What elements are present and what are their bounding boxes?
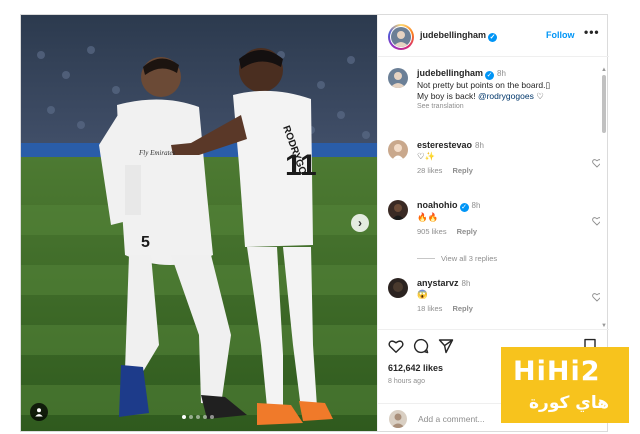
carousel-dot xyxy=(196,415,200,419)
comment-icon[interactable] xyxy=(413,338,429,354)
add-comment-input[interactable]: Add a comment... xyxy=(418,414,485,424)
comment-likes[interactable]: 905 likes xyxy=(417,227,447,236)
post-timestamp: 8 hours ago xyxy=(388,378,425,385)
commenter-avatar[interactable] xyxy=(388,140,408,160)
verified-badge-icon: ✓ xyxy=(459,203,469,212)
reply-button[interactable]: Reply xyxy=(452,304,472,313)
comment-text: 😱 xyxy=(417,289,428,299)
commenter-username[interactable]: noahohio xyxy=(417,200,458,210)
reply-button[interactable]: Reply xyxy=(457,227,477,236)
comment-likes[interactable]: 18 likes xyxy=(417,304,442,313)
comment-like-heart-icon[interactable] xyxy=(592,292,600,302)
post-header: judebellingham ✓ Follow ••• xyxy=(378,15,609,57)
see-translation-link[interactable]: See translation xyxy=(417,103,587,110)
watermark-text-arabic: هاي كورة xyxy=(529,393,610,413)
carousel-next-button[interactable]: › xyxy=(351,214,369,232)
comments-scrollbar[interactable]: ▲ ▼ xyxy=(600,67,607,333)
carousel-dot xyxy=(189,415,193,419)
sponsor-text: Fly Emirates xyxy=(138,149,176,157)
comment-like-heart-icon[interactable] xyxy=(592,158,600,168)
commenter-avatar[interactable] xyxy=(388,278,408,298)
verified-badge-icon: ✓ xyxy=(485,71,495,80)
carousel-dot xyxy=(182,415,186,419)
caption-line-2: My boy is back! xyxy=(417,91,478,101)
comment-time: 8h xyxy=(475,141,484,150)
caption-line-1: Not pretty but points on the board.▯ xyxy=(417,80,551,90)
author-avatar[interactable] xyxy=(388,24,414,50)
author-username-text: judebellingham xyxy=(420,30,487,40)
watermark-text-latin: HiHi2 xyxy=(513,356,601,387)
comment-text: 🔥🔥 xyxy=(417,212,439,222)
carousel-indicator xyxy=(182,415,214,419)
caption-time: 8h xyxy=(497,69,506,78)
user-tag-icon xyxy=(35,408,43,417)
celebration-photo: 5 11 RODRYGO Fly Emirates xyxy=(21,15,377,431)
caption-username[interactable]: judebellingham xyxy=(417,68,483,78)
more-options-icon[interactable]: ••• xyxy=(584,25,600,39)
view-all-replies-link[interactable]: View all 3 replies xyxy=(417,254,497,263)
likes-count[interactable]: 612,642 likes xyxy=(388,363,443,373)
tagged-users-button[interactable] xyxy=(30,403,48,421)
commenter-username[interactable]: anystarvz xyxy=(417,278,459,288)
comment-like-heart-icon[interactable] xyxy=(592,216,600,226)
verified-badge-icon: ✓ xyxy=(488,33,498,42)
post-photo[interactable]: 5 11 RODRYGO Fly Emirates › xyxy=(21,15,377,431)
follow-button[interactable]: Follow xyxy=(546,30,575,40)
comment-time: 8h xyxy=(461,279,471,288)
jersey-number-left: 5 xyxy=(141,234,150,251)
hihi2-watermark-logo: HiHi2 هاي كورة xyxy=(501,347,629,423)
heart-outline-icon: ♡ xyxy=(536,91,544,101)
chevron-right-icon: › xyxy=(358,216,362,230)
commenter-avatar[interactable] xyxy=(388,200,408,220)
carousel-dot xyxy=(203,415,207,419)
reply-button[interactable]: Reply xyxy=(452,166,472,175)
scrollbar-thumb[interactable] xyxy=(602,75,606,133)
comments-list[interactable]: judebellingham ✓ 8h Not pretty but points … xyxy=(378,58,600,324)
viewer-avatar xyxy=(389,410,407,428)
commenter-username[interactable]: esterestevao xyxy=(417,140,472,150)
scroll-up-icon[interactable]: ▲ xyxy=(601,67,607,73)
caption-avatar[interactable] xyxy=(388,68,408,88)
comment-likes[interactable]: 28 likes xyxy=(417,166,442,175)
mention-link[interactable]: @rodrygogoes xyxy=(478,91,534,101)
heart-icon[interactable] xyxy=(388,338,404,354)
share-icon[interactable] xyxy=(438,338,454,354)
comment-text: ♡✨ xyxy=(417,151,436,161)
carousel-dot xyxy=(210,415,214,419)
comment-time: 8h xyxy=(471,201,481,210)
author-username[interactable]: judebellingham ✓ xyxy=(420,30,498,42)
